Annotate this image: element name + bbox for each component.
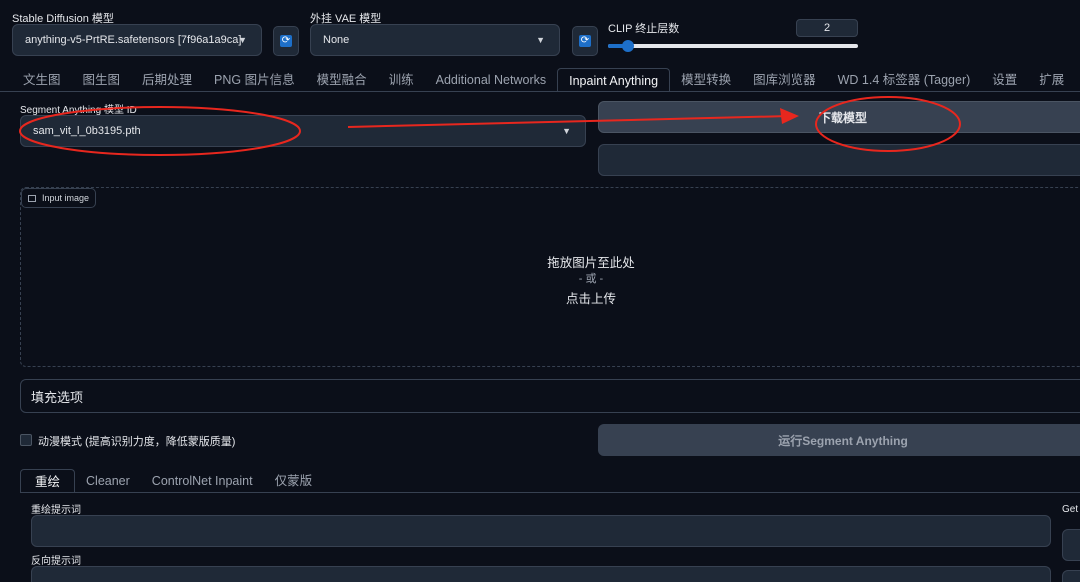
anime-mode-label: 动漫模式 (提高识别力度，降低蒙版质量) (38, 436, 236, 448)
tab-img2img[interactable]: 图生图 (72, 68, 132, 92)
input-image-dropzone[interactable]: Input image 拖放图片至此处 - 或 - 点击上传 (20, 187, 1080, 367)
tab-txt2img[interactable]: 文生图 (12, 68, 72, 92)
drop-text-or: - 或 - (578, 273, 604, 285)
refresh-icon: ⟳ (579, 35, 591, 47)
clip-slider-thumb[interactable] (622, 40, 634, 52)
tab-checkpoint-merger[interactable]: 模型融合 (306, 68, 378, 92)
vae-value: None (323, 34, 350, 46)
tab-additional-networks[interactable]: Additional Networks (425, 68, 557, 92)
download-model-button[interactable]: 下载模型 (598, 101, 1080, 133)
download-status-output (598, 144, 1080, 176)
tab-inpaint-anything[interactable]: Inpaint Anything (557, 68, 671, 92)
vae-refresh-button[interactable]: ⟳ (572, 26, 598, 56)
tab-tagger[interactable]: WD 1.4 标签器 (Tagger) (827, 68, 982, 92)
inpaint-prompt-label: 重绘提示词 (31, 505, 81, 516)
fill-options-label: 填充选项 (31, 389, 84, 405)
anime-mode-checkbox[interactable] (20, 434, 32, 446)
sd-model-refresh-button[interactable]: ⟳ (273, 26, 299, 56)
chevron-down-icon: ▼ (562, 126, 571, 136)
get-button[interactable] (1062, 529, 1080, 561)
chevron-down-icon: ▼ (536, 35, 545, 45)
subtab-controlnet-inpaint[interactable]: ControlNet Inpaint (141, 469, 264, 493)
inpaint-subtabs: 重绘 Cleaner ControlNet Inpaint 仅蒙版 (20, 469, 323, 493)
input-image-tag: Input image (21, 188, 97, 208)
vae-dropdown[interactable]: None ▼ (310, 24, 560, 56)
subtab-cleaner[interactable]: Cleaner (75, 469, 141, 493)
tab-png-info[interactable]: PNG 图片信息 (203, 68, 306, 92)
clip-number-input[interactable]: 2 (796, 19, 858, 37)
inpaint-prompt-input[interactable] (31, 515, 1051, 547)
negative-prompt-input[interactable] (31, 566, 1051, 582)
negative-prompt-label: 反向提示词 (31, 556, 81, 567)
refresh-icon: ⟳ (280, 35, 292, 47)
tab-extensions[interactable]: 扩展 (1028, 68, 1075, 92)
sam-model-label: Segment Anything 模型 ID (20, 105, 137, 116)
tab-image-browser[interactable]: 图库浏览器 (742, 68, 827, 92)
sam-model-value: sam_vit_l_0b3195.pth (33, 125, 141, 137)
tab-train[interactable]: 训练 (378, 68, 425, 92)
tab-settings[interactable]: 设置 (981, 68, 1028, 92)
tabs-divider (0, 91, 1080, 92)
main-tabs: 文生图 图生图 后期处理 PNG 图片信息 模型融合 训练 Additional… (12, 68, 1075, 92)
sd-model-value: anything-v5-PrtRE.safetensors [7f96a1a9c… (25, 34, 242, 46)
clip-label: CLIP 终止层数 (608, 23, 680, 35)
fill-options-accordion[interactable]: 填充选项 (20, 379, 1080, 413)
input-image-label: Input image (42, 193, 90, 203)
sam-model-dropdown[interactable]: sam_vit_l_0b3195.pth ▼ (20, 115, 586, 147)
get-secondary-button[interactable] (1062, 570, 1080, 582)
sd-model-dropdown[interactable]: anything-v5-PrtRE.safetensors [7f96a1a9c… (12, 24, 262, 56)
get-label: Get (1062, 504, 1079, 515)
tab-extras[interactable]: 后期处理 (131, 68, 203, 92)
chevron-down-icon: ▼ (238, 35, 247, 45)
tab-model-converter[interactable]: 模型转换 (670, 68, 742, 92)
subtab-mask-only[interactable]: 仅蒙版 (264, 469, 324, 493)
clip-slider-track[interactable] (608, 40, 858, 52)
subtab-inpaint[interactable]: 重绘 (20, 469, 76, 493)
subtabs-divider (20, 492, 1080, 493)
run-segment-anything-button[interactable]: 运行Segment Anything (598, 424, 1080, 456)
drop-text-main: 拖放图片至此处 (547, 256, 635, 270)
image-icon (28, 194, 36, 202)
drop-text-upload: 点击上传 (565, 292, 616, 306)
